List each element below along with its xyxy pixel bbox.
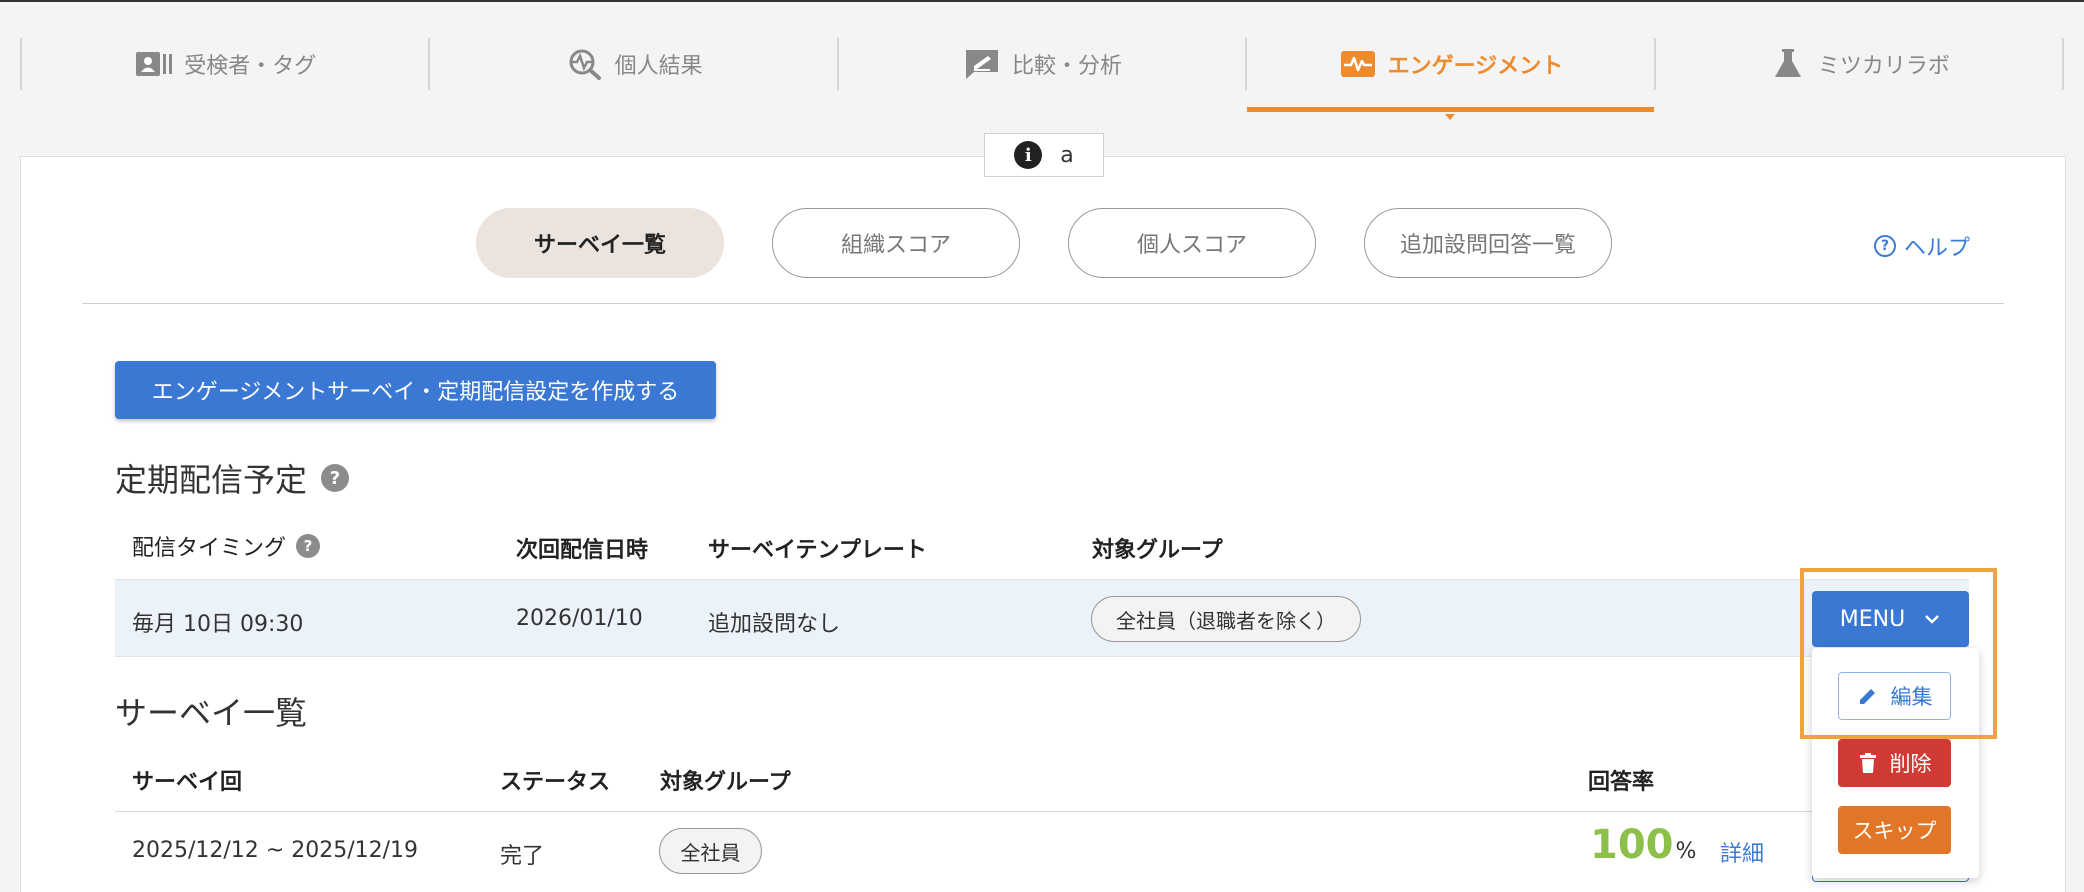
tab-individual-results[interactable]: 個人結果 [428,38,836,90]
menu-label: MENU [1839,606,1906,632]
id-card-icon [136,52,173,76]
edit-button[interactable]: 編集 [1838,672,1951,720]
divider [82,303,2004,304]
info-text: a [1060,142,1074,168]
header-target-group: 対象グループ [660,770,791,795]
tab-label: 受検者・タグ [184,54,317,79]
response-rate-value: 100 [1590,822,1674,868]
header-target-group: 対象グループ [1092,538,1223,563]
sub-tabs: サーベイ一覧 組織スコア 個人スコア 追加設問回答一覧 [476,208,1612,278]
subtab-survey-list[interactable]: サーベイ一覧 [476,208,724,278]
header-template: サーベイテンプレート [708,538,927,563]
info-icon: i [1014,141,1043,169]
header-timing: 配信タイミング ? [132,530,321,562]
top-border [0,0,2084,2]
detail-link[interactable]: 詳細 [1720,836,1764,868]
tab-mitsukari-lab[interactable]: ミツカリラボ [1653,38,2065,90]
group-tag: 全社員（退職者を除く） [1091,596,1361,642]
info-chip[interactable]: i a [984,133,1104,177]
schedule-title-text: 定期配信予定 [115,461,308,499]
flask-icon [1774,49,1801,77]
row-divider [115,811,1969,812]
menu-button[interactable]: MENU [1812,591,1969,647]
tab-label: 比較・分析 [1012,54,1123,79]
response-rate-unit: % [1675,839,1697,864]
subtab-additional-answers[interactable]: 追加設問回答一覧 [1364,208,1612,278]
tab-label: 個人結果 [614,54,703,79]
tab-compare-analysis[interactable]: 比較・分析 [836,38,1245,90]
edit-label: 編集 [1890,685,1933,709]
cell-timing: 毎月 10日 09:30 [132,612,304,637]
tab-label: ミツカリラボ [1817,54,1950,79]
help-label: ヘルプ [1904,236,1971,261]
cell-survey-round: 2025/12/12 ~ 2025/12/19 [132,838,419,863]
edit-chat-icon [966,50,998,79]
trash-icon [1859,753,1876,773]
question-icon[interactable]: ? [321,464,350,492]
question-icon[interactable]: ? [296,534,321,558]
delete-label: 削除 [1889,752,1932,776]
group-tag: 全社員 [659,828,762,874]
help-link[interactable]: ? ヘルプ [1874,230,1970,262]
skip-button[interactable]: スキップ [1838,806,1951,854]
cell-template: 追加設問なし [708,612,841,637]
main-nav: 受検者・タグ 個人結果 比較・分析 エンゲージメント ミツカリラボ [20,38,2065,120]
header-status: ステータス [500,770,611,795]
delete-button[interactable]: 削除 [1838,739,1951,787]
cell-next-delivery: 2026/01/10 [516,606,643,631]
tab-engagement[interactable]: エンゲージメント [1245,38,1655,120]
schedule-title: 定期配信予定 ? [115,455,350,501]
survey-list-title: サーベイ一覧 [115,688,307,734]
schedule-row [115,579,1969,657]
subtab-individual-score[interactable]: 個人スコア [1068,208,1316,278]
menu-dropdown: 編集 削除 スキップ [1812,648,1979,878]
header-survey-round: サーベイ回 [132,770,243,795]
subtab-org-score[interactable]: 組織スコア [772,208,1020,278]
tab-examinees-tags[interactable]: 受検者・タグ [20,38,428,90]
create-survey-button[interactable]: エンゲージメントサーベイ・定期配信設定を作成する [115,361,716,419]
response-rate: 100 % [1590,822,1696,868]
header-timing-label: 配信タイミング [132,536,287,561]
chevron-down-icon [1925,615,1940,624]
header-next-delivery: 次回配信日時 [516,538,649,563]
header-response-rate: 回答率 [1588,770,1655,795]
survey-list-title-text: サーベイ一覧 [115,694,308,732]
heartbeat-icon [1340,51,1375,77]
tab-label: エンゲージメント [1387,54,1564,79]
help-icon: ? [1874,235,1896,257]
search-pulse-icon [569,49,601,80]
pencil-icon [1859,689,1875,704]
cell-status: 完了 [500,844,545,869]
